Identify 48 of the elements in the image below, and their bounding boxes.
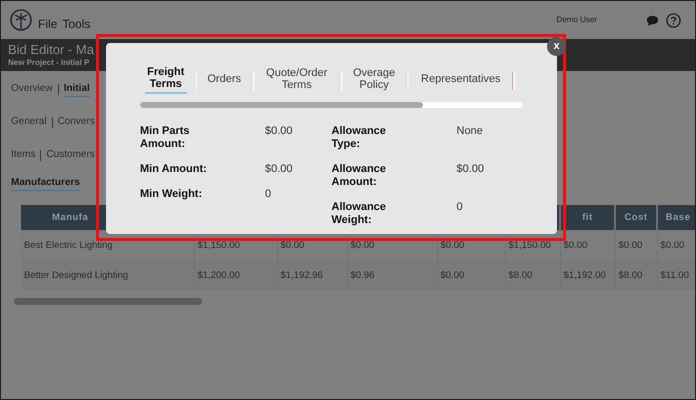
column-header: Cost: [615, 205, 657, 230]
menu-item[interactable]: Tools: [62, 17, 90, 31]
nav-tab[interactable]: Customers: [46, 148, 95, 162]
dialog-tab[interactable]: Orders: [204, 73, 244, 89]
dialog-tab[interactable]: Freight Terms: [145, 66, 187, 94]
help-icon[interactable]: [666, 12, 681, 28]
field-value: $0.00: [456, 163, 484, 177]
field-label: Min Parts Amount:: [140, 125, 191, 151]
field-value: 0: [265, 188, 272, 201]
table-cell: $11.00: [657, 260, 695, 290]
nav-tab[interactable]: Items: [11, 148, 36, 162]
page-title: Bid Editor - Ma: [8, 42, 94, 58]
field-value: $0.00: [265, 125, 293, 139]
field-label: Min Weight:: [140, 188, 204, 201]
table-cell: Better Designed Lighting: [21, 260, 194, 290]
field-label: Allowance Weight:: [332, 201, 387, 227]
table-cell: $1,192.00: [560, 260, 615, 290]
table-cell: $0.00: [560, 230, 615, 260]
user-name: Demo User: [556, 14, 597, 24]
table-cell: $1,200.00: [194, 260, 277, 290]
field-value: None: [456, 125, 483, 139]
field-value: 0: [456, 201, 463, 215]
table-cell: $8.00: [615, 260, 657, 290]
table-cell: $0.96: [347, 260, 437, 290]
palm-tree-logo-icon: [10, 9, 32, 31]
nav-tab[interactable]: Convers: [58, 116, 95, 130]
nav-tab[interactable]: Manufacturers: [11, 177, 80, 191]
field-label: Allowance Amount:: [332, 163, 387, 189]
field-value: $0.00: [265, 163, 293, 176]
table-cell: $8.00: [505, 260, 560, 290]
column-header: Base: [657, 205, 695, 230]
chat-icon[interactable]: [646, 14, 659, 26]
dialog-tab[interactable]: Overage Policy: [350, 67, 399, 95]
scrollbar-thumb[interactable]: [140, 102, 423, 108]
table-cell: $0.00: [437, 260, 505, 290]
nav-tab[interactable]: Initial: [64, 82, 90, 96]
project-subtitle: New Project - Initial P: [8, 58, 90, 68]
table-cell: $1,192.96: [277, 260, 347, 290]
field-label: Min Amount:: [140, 163, 208, 176]
table-cell: $0.00: [657, 230, 695, 260]
menu-item[interactable]: File: [38, 17, 58, 31]
table-cell: $0.00: [615, 230, 657, 260]
dialog-tab[interactable]: Representatives: [416, 73, 506, 89]
nav-tab[interactable]: General: [11, 116, 47, 130]
dialog-tab[interactable]: Quote/Order Terms: [262, 67, 332, 95]
field-label: Allowance Type:: [332, 125, 387, 151]
nav-tab[interactable]: Overview: [11, 82, 53, 96]
scrollbar-thumb[interactable]: [14, 298, 202, 305]
